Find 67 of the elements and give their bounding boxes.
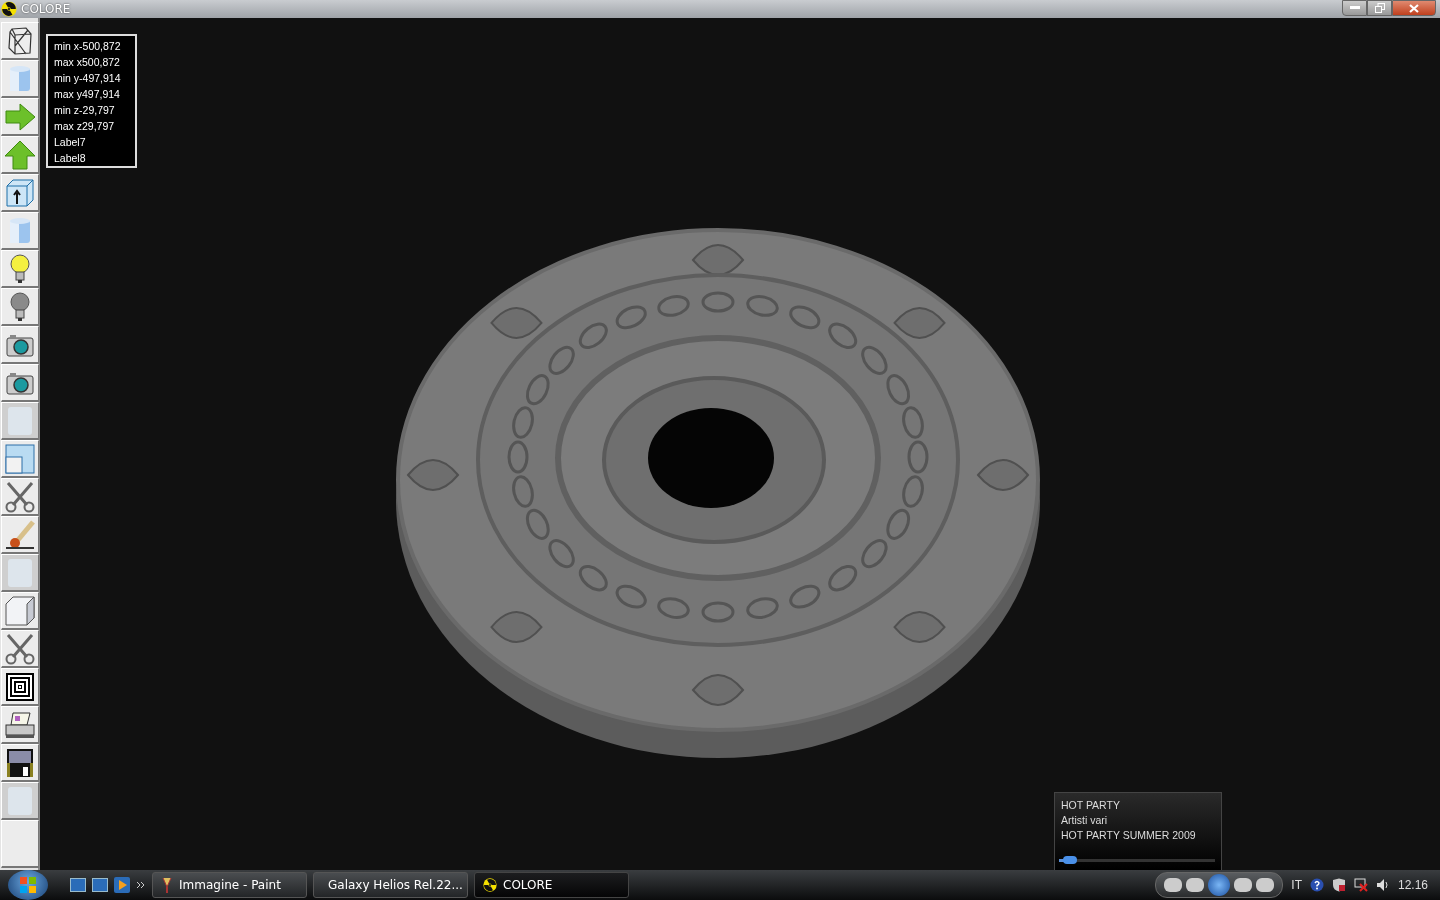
camera-icon xyxy=(6,370,34,395)
arrow-right-icon xyxy=(4,102,36,131)
seek-bar[interactable] xyxy=(1059,859,1215,862)
help-icon[interactable] xyxy=(1309,878,1324,892)
concentric-squares-icon xyxy=(6,672,34,701)
seek-thumb[interactable] xyxy=(1062,856,1077,864)
network-icon[interactable] xyxy=(1353,878,1368,892)
restore-icon xyxy=(1374,3,1385,13)
start-button[interactable] xyxy=(8,870,48,900)
window-icon xyxy=(5,443,35,474)
track-info: HOT PARTY SUMMER 2009 xyxy=(1061,828,1197,843)
camera-icon xyxy=(6,332,34,357)
blank-image-icon xyxy=(6,404,34,437)
toolbar-button[interactable] xyxy=(1,706,39,744)
close-button[interactable] xyxy=(1392,0,1436,16)
taskbar-button[interactable]: COLORE xyxy=(474,872,629,898)
info-label: max z29,797 xyxy=(54,119,116,134)
taskbar-button[interactable]: Immagine - Paint xyxy=(152,872,307,898)
switch-windows-icon[interactable] xyxy=(92,878,108,892)
info-label: min z-29,797 xyxy=(54,103,116,118)
info-label: min y-497,914 xyxy=(54,71,122,86)
info-label: max x500,872 xyxy=(54,55,121,70)
toolbar-button[interactable] xyxy=(1,174,39,212)
show-desktop-icon[interactable] xyxy=(70,878,86,892)
scissors-icon xyxy=(5,632,35,665)
info-label: max y497,914 xyxy=(54,87,121,102)
cylinder-icon xyxy=(7,63,33,94)
blank-image-icon xyxy=(6,784,34,817)
light-bulb-icon xyxy=(8,291,32,322)
toolbar-button[interactable] xyxy=(1,516,39,554)
taskbar-button[interactable]: Galaxy Helios Rel.22... xyxy=(313,872,468,898)
volume-icon[interactable] xyxy=(1375,878,1390,892)
paintbrush-icon xyxy=(161,877,173,893)
minimize-button[interactable] xyxy=(1342,0,1367,16)
radiation-icon xyxy=(1,1,17,17)
info-label: Label8 xyxy=(54,151,87,166)
light-bulb-icon xyxy=(8,253,32,284)
info-label: min x-500,872 xyxy=(54,39,122,54)
paintbrush-icon xyxy=(4,519,36,550)
toolbar-button[interactable] xyxy=(1,326,39,364)
radiation-icon xyxy=(483,878,497,892)
chevron-icon[interactable] xyxy=(136,880,146,890)
clock[interactable]: 12.16 xyxy=(1397,878,1428,892)
scissors-icon xyxy=(5,480,35,513)
cube-arrow-icon xyxy=(5,177,35,208)
printer-icon xyxy=(5,710,35,739)
track-info: HOT PARTY xyxy=(1061,798,1121,813)
windows-logo-icon xyxy=(20,877,36,893)
wireframe-box-icon xyxy=(6,25,34,56)
toolbar-button[interactable] xyxy=(1,744,39,782)
shield-icon[interactable] xyxy=(1331,878,1346,892)
track-info: Artisti vari xyxy=(1061,813,1109,828)
close-icon xyxy=(1409,3,1419,13)
arrow-up-icon xyxy=(4,139,36,170)
blank-image-icon xyxy=(6,556,34,589)
toolbar-button[interactable] xyxy=(1,22,39,60)
cylinder-icon xyxy=(7,215,33,246)
window-title: COLORE xyxy=(21,2,71,16)
toolbar-button[interactable] xyxy=(1,288,39,326)
language-indicator[interactable]: IT xyxy=(1291,878,1302,892)
minimize-icon xyxy=(1349,6,1360,10)
cube-icon xyxy=(5,595,35,626)
toolbar-button[interactable] xyxy=(1,364,39,402)
restore-button[interactable] xyxy=(1367,0,1392,16)
toolbar-button[interactable] xyxy=(1,668,39,706)
media-player-icon[interactable] xyxy=(114,877,130,893)
info-label: Label7 xyxy=(54,135,87,150)
